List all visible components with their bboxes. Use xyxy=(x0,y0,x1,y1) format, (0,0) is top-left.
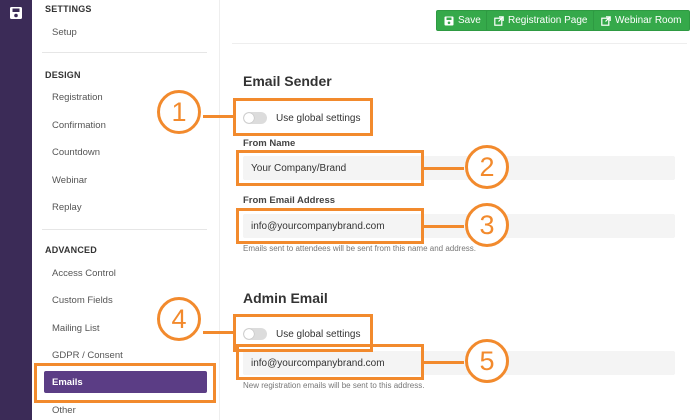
sidebar-item-confirmation[interactable]: Confirmation xyxy=(52,120,106,131)
settings-heading: SETTINGS xyxy=(45,4,92,14)
callout-1: 1 xyxy=(157,90,201,134)
sidebar-item-replay[interactable]: Replay xyxy=(52,202,82,213)
callout-4: 4 xyxy=(157,297,201,341)
settings-sidebar: SETTINGS Setup DESIGN Registration Confi… xyxy=(32,0,220,420)
app-rail xyxy=(0,0,32,420)
from-email-label: From Email Address xyxy=(243,195,336,206)
highlight-box-5 xyxy=(236,344,424,380)
sidebar-item-access-control[interactable]: Access Control xyxy=(52,268,116,279)
webinar-room-button[interactable]: Webinar Room xyxy=(593,10,690,31)
from-name-label: From Name xyxy=(243,138,296,149)
sidebar-item-gdpr-consent[interactable]: GDPR / Consent xyxy=(52,350,123,361)
sender-help-text: Emails sent to attendees will be sent fr… xyxy=(243,244,477,253)
toolbar-divider xyxy=(232,43,687,44)
connector-2 xyxy=(424,167,464,170)
save-label: Save xyxy=(458,15,481,26)
sidebar-divider xyxy=(42,229,207,230)
registration-page-label: Registration Page xyxy=(508,15,588,26)
admin-email-heading: Admin Email xyxy=(243,290,328,306)
external-link-icon xyxy=(601,15,611,26)
connector-4 xyxy=(203,331,233,334)
sidebar-item-webinar[interactable]: Webinar xyxy=(52,175,87,186)
connector-5 xyxy=(424,361,464,364)
callout-2: 2 xyxy=(465,145,509,189)
sidebar-item-custom-fields[interactable]: Custom Fields xyxy=(52,295,113,306)
save-disk-icon[interactable] xyxy=(9,6,23,20)
registration-page-button[interactable]: Registration Page xyxy=(486,10,596,31)
design-heading: DESIGN xyxy=(45,70,81,80)
admin-help-text: New registration emails will be sent to … xyxy=(243,381,425,390)
highlight-box-1 xyxy=(233,98,373,136)
connector-1 xyxy=(203,115,233,118)
sidebar-item-setup[interactable]: Setup xyxy=(52,27,77,38)
highlight-box-3 xyxy=(236,208,424,244)
save-icon xyxy=(444,16,454,25)
sidebar-item-registration[interactable]: Registration xyxy=(52,92,103,103)
save-button[interactable]: Save xyxy=(436,10,489,31)
callout-5: 5 xyxy=(465,339,509,383)
callout-3: 3 xyxy=(465,203,509,247)
connector-3 xyxy=(424,225,464,228)
sidebar-item-countdown[interactable]: Countdown xyxy=(52,147,100,158)
webinar-room-label: Webinar Room xyxy=(615,15,682,26)
sidebar-item-mailing-list[interactable]: Mailing List xyxy=(52,323,100,334)
advanced-heading: ADVANCED xyxy=(45,245,97,255)
highlight-box-2 xyxy=(236,150,424,186)
sidebar-divider xyxy=(42,52,207,53)
highlight-box-emails xyxy=(34,363,216,403)
external-link-icon xyxy=(494,15,504,26)
sidebar-item-other[interactable]: Other xyxy=(52,405,76,416)
email-sender-heading: Email Sender xyxy=(243,73,332,89)
